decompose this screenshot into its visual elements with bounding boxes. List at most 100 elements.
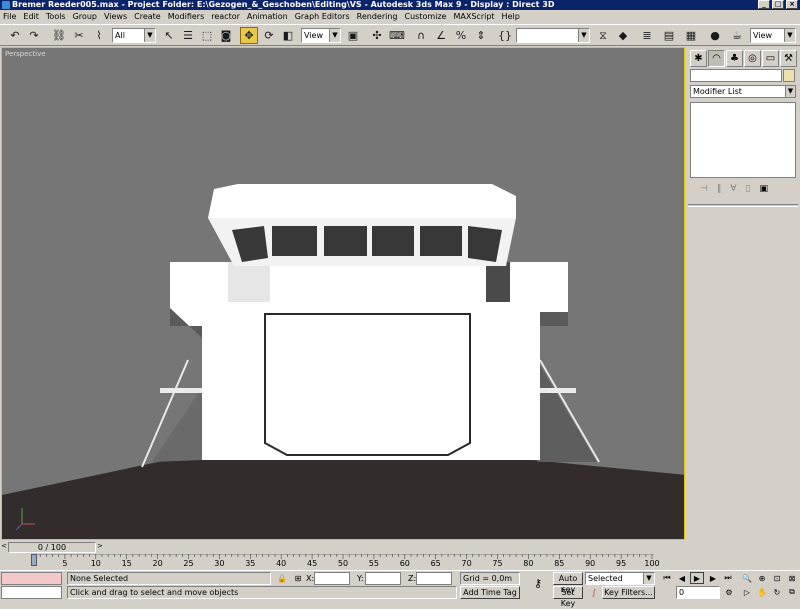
- bind-spacewarp-icon[interactable]: ⌇: [90, 27, 108, 44]
- menu-customize[interactable]: Customize: [404, 11, 446, 23]
- hierarchy-tab-icon[interactable]: ♣: [726, 50, 743, 67]
- maxscript-listener-mini[interactable]: [1, 572, 62, 585]
- play-icon[interactable]: ▶: [690, 572, 704, 584]
- time-slider-prev-icon[interactable]: <: [0, 542, 8, 553]
- undo-icon[interactable]: ↶: [6, 27, 24, 44]
- modify-tab-icon[interactable]: ◠: [708, 50, 725, 67]
- minimize-button[interactable]: _: [758, 0, 770, 9]
- auto-key-button[interactable]: Auto Key: [553, 572, 583, 594]
- select-rotate-icon[interactable]: ⟳: [260, 27, 278, 44]
- select-scale-icon[interactable]: ◧: [279, 27, 297, 44]
- selection-filter-combo[interactable]: All ▼: [112, 28, 156, 43]
- select-by-name-icon[interactable]: ☰: [179, 27, 197, 44]
- time-config-icon[interactable]: ⚙: [722, 586, 736, 598]
- select-link-icon[interactable]: ⛓: [50, 27, 68, 44]
- x-coord-field[interactable]: [314, 572, 350, 585]
- arc-rotate-icon[interactable]: ↻: [770, 586, 784, 598]
- select-object-icon[interactable]: ↖: [160, 27, 178, 44]
- object-color-swatch[interactable]: [783, 69, 795, 82]
- percent-snap-icon[interactable]: %: [452, 27, 470, 44]
- redo-icon[interactable]: ↷: [25, 27, 43, 44]
- zoom-extents-all-icon[interactable]: ⊠: [785, 572, 799, 584]
- y-coord-field[interactable]: [365, 572, 401, 585]
- z-coord-field[interactable]: [416, 572, 452, 585]
- window-crossing-icon[interactable]: ◙: [217, 27, 235, 44]
- time-slider-next-icon[interactable]: >: [96, 542, 104, 553]
- maximize-viewport-icon[interactable]: ⧉: [785, 586, 799, 598]
- menu-tools[interactable]: Tools: [46, 11, 66, 23]
- menu-reactor[interactable]: reactor: [211, 11, 240, 23]
- menu-edit[interactable]: Edit: [23, 11, 39, 23]
- menu-graph-editors[interactable]: Graph Editors: [295, 11, 350, 23]
- next-frame-icon[interactable]: ▶: [706, 572, 720, 584]
- menu-group[interactable]: Group: [73, 11, 97, 23]
- close-button[interactable]: ×: [786, 0, 798, 9]
- material-editor-icon[interactable]: ●: [706, 27, 724, 44]
- snaps-icon[interactable]: ∩: [412, 27, 430, 44]
- viewport-label[interactable]: Perspective: [5, 50, 46, 58]
- lock-icon[interactable]: 🔒: [275, 572, 289, 584]
- right-side-shade: [537, 360, 597, 462]
- menu-views[interactable]: Views: [104, 11, 127, 23]
- unlink-icon[interactable]: ✂: [70, 27, 88, 44]
- utilities-tab-icon[interactable]: ⚒: [780, 50, 797, 67]
- absolute-mode-icon[interactable]: ⊞: [291, 572, 305, 584]
- create-tab-icon[interactable]: ✱: [690, 50, 707, 67]
- motion-tab-icon[interactable]: ◎: [744, 50, 761, 67]
- pin-stack-icon[interactable]: ⊣: [700, 184, 708, 198]
- add-time-tag-button[interactable]: Add Time Tag: [460, 586, 520, 599]
- display-tab-icon[interactable]: ▭: [762, 50, 779, 67]
- make-unique-icon[interactable]: ∀: [730, 184, 736, 198]
- key-filters-button[interactable]: Key Filters...: [602, 586, 655, 599]
- menu-create[interactable]: Create: [134, 11, 161, 23]
- select-move-icon[interactable]: ✥: [240, 27, 258, 44]
- previous-frame-icon[interactable]: ◀: [675, 572, 689, 584]
- current-frame-field[interactable]: 0: [676, 586, 720, 599]
- keyboard-shortcut-icon[interactable]: ⌨: [388, 27, 406, 44]
- default-in-out-tangent-icon[interactable]: ∫: [587, 586, 601, 598]
- time-slider[interactable]: 0 / 100: [8, 542, 96, 553]
- menu-help[interactable]: Help: [502, 11, 520, 23]
- reference-coord-combo[interactable]: View ▼: [301, 28, 341, 43]
- perspective-viewport[interactable]: Perspective: [1, 47, 685, 540]
- menu-rendering[interactable]: Rendering: [357, 11, 398, 23]
- pivot-icon[interactable]: ▣: [344, 27, 362, 44]
- menu-maxscript[interactable]: MAXScript: [453, 11, 494, 23]
- modifier-stack[interactable]: [690, 102, 796, 178]
- zoom-icon[interactable]: 🔍: [740, 572, 754, 584]
- modifier-list-dropdown[interactable]: Modifier List ▼: [690, 85, 796, 98]
- named-selection-combo[interactable]: ▼: [516, 28, 590, 43]
- maxscript-input-mini[interactable]: [1, 586, 62, 599]
- edit-named-sel-icon[interactable]: {}: [496, 27, 514, 44]
- schematic-icon[interactable]: ▦: [682, 27, 700, 44]
- curve-editor-icon[interactable]: ▤: [660, 27, 678, 44]
- render-scene-icon[interactable]: ☕: [728, 27, 746, 44]
- key-icon[interactable]: ⚷: [528, 577, 548, 590]
- align-icon[interactable]: ◆: [614, 27, 632, 44]
- key-mode-combo[interactable]: Selected ▼: [585, 572, 655, 585]
- menu-animation[interactable]: Animation: [247, 11, 288, 23]
- rect-region-icon[interactable]: ⬚: [198, 27, 216, 44]
- zoom-all-icon[interactable]: ⊕: [755, 572, 769, 584]
- go-to-end-icon[interactable]: ⏭: [721, 572, 735, 584]
- menu-modifiers[interactable]: Modifiers: [168, 11, 205, 23]
- set-key-button[interactable]: Set Key: [553, 586, 583, 608]
- go-to-start-icon[interactable]: ⏮: [660, 572, 674, 584]
- zoom-extents-icon[interactable]: ⊡: [770, 572, 784, 584]
- show-end-result-icon[interactable]: ‖: [717, 184, 722, 198]
- mirror-icon[interactable]: ⧖: [594, 27, 612, 44]
- ground-plane: [2, 459, 684, 539]
- remove-modifier-icon[interactable]: ▯: [746, 184, 751, 198]
- spinner-snap-icon[interactable]: ⇕: [472, 27, 490, 44]
- object-name-field[interactable]: [690, 69, 782, 82]
- angle-snap-icon[interactable]: ∠: [432, 27, 450, 44]
- maximize-button[interactable]: □: [772, 0, 784, 9]
- render-view-combo[interactable]: View ▼: [750, 28, 796, 43]
- time-slider-thumb[interactable]: [31, 554, 37, 566]
- pan-view-icon[interactable]: ✋: [755, 586, 769, 598]
- manipulate-icon[interactable]: ✣: [368, 27, 386, 44]
- menu-file[interactable]: File: [3, 11, 16, 23]
- field-of-view-icon[interactable]: ▷: [740, 586, 754, 598]
- configure-sets-icon[interactable]: ▣: [759, 184, 768, 198]
- layer-manager-icon[interactable]: ≣: [638, 27, 656, 44]
